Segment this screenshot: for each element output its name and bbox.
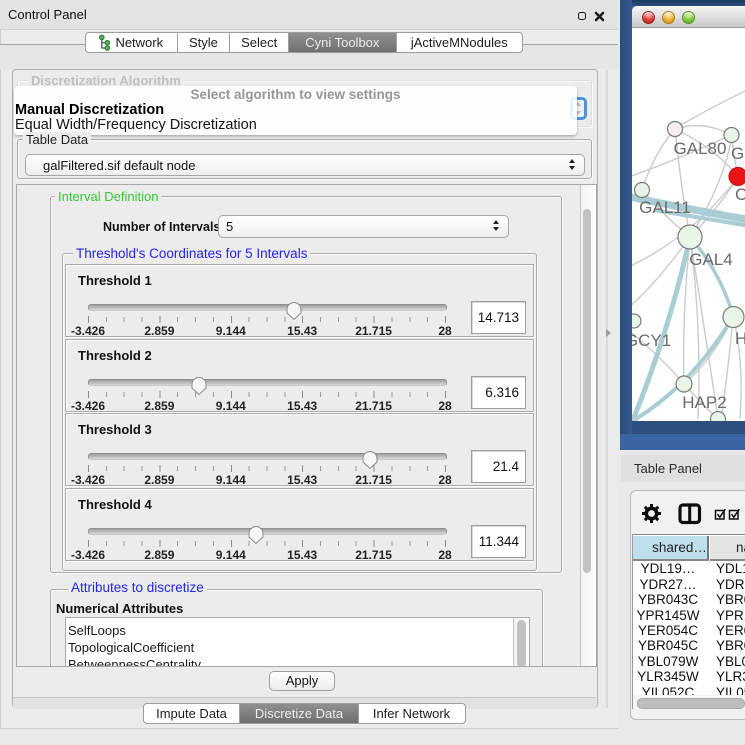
svg-text:CD: CD — [735, 185, 745, 204]
svg-text:GAL11: GAL11 — [639, 198, 691, 217]
svg-text:G...: G... — [731, 144, 745, 163]
svg-text:GCY1: GCY1 — [632, 331, 671, 350]
svg-text:HAP2: HAP2 — [682, 393, 726, 412]
svg-text:HI: HI — [735, 329, 745, 348]
svg-text:GAL80: GAL80 — [674, 139, 727, 158]
svg-text:GAL4: GAL4 — [689, 250, 732, 269]
